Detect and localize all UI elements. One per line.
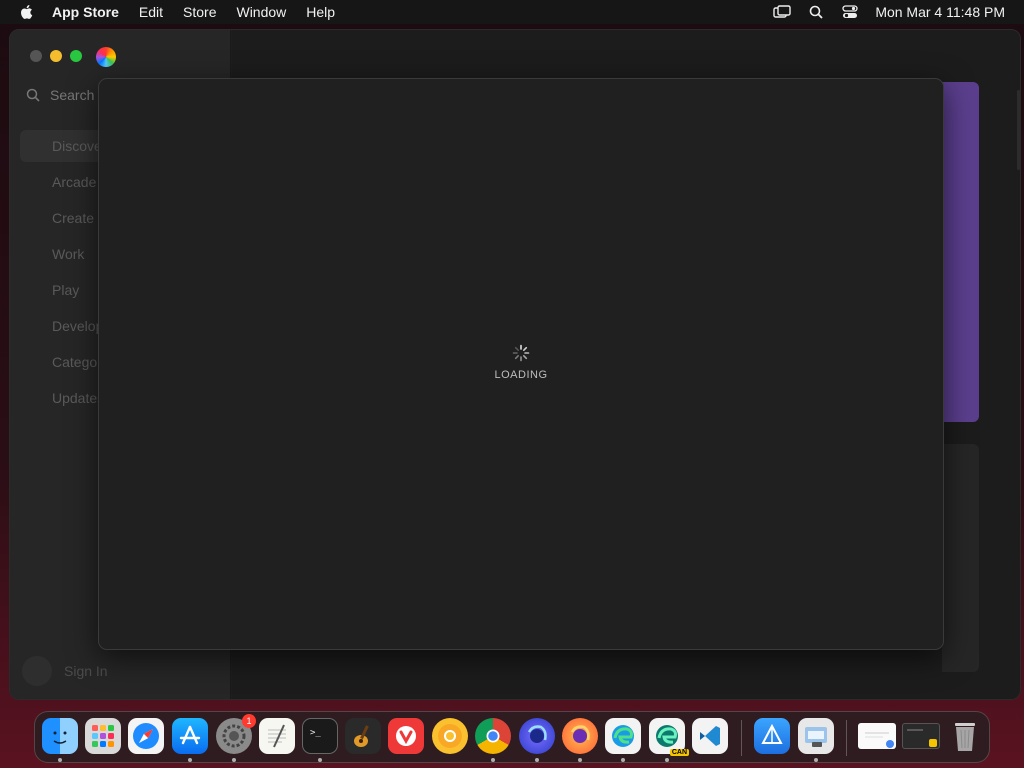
sign-in-button[interactable]: Sign In [22,656,108,686]
system-settings-icon[interactable]: 1 [216,714,256,754]
loading-label: LOADING [494,369,548,381]
control-center-icon[interactable] [841,4,859,20]
search-icon [26,88,40,102]
chrome-running-dot [491,758,495,762]
loading-sheet: LOADING [98,78,944,650]
sidebar-item-develop[interactable]: Develop [52,318,103,334]
svg-text:>_: >_ [310,728,321,738]
preview-icon[interactable] [798,718,834,754]
sidebar-item-updates[interactable]: Updates [52,390,104,406]
minimized-window-terminal[interactable] [902,723,940,749]
close-window-button[interactable] [30,50,42,62]
firefox-developer-icon[interactable] [519,718,555,754]
loading-spinner-icon [512,344,530,362]
menu-bar: App Store Edit Store Window Help Mon Mar… [0,0,1024,24]
search-field[interactable]: Search [26,87,94,103]
avatar [22,656,52,686]
edge-icon[interactable] [605,718,641,754]
chrome-icon[interactable] [475,718,511,754]
chrome-canary-icon[interactable] [432,718,468,754]
color-wheel-icon [96,47,116,67]
preview-running-dot [814,758,818,762]
sign-in-label: Sign In [64,663,108,679]
firefox-icon[interactable] [562,718,598,754]
featured-card-grey[interactable] [942,444,979,672]
terminal-icon[interactable]: >_ [302,718,338,754]
spotlight-search-icon[interactable] [807,4,825,20]
dock-separator-2 [846,720,847,756]
sidebar-item-arcade[interactable]: Arcade [52,174,96,190]
trash-icon[interactable] [947,718,983,754]
launchpad-icon[interactable] [85,718,121,754]
finder-icon[interactable] [42,718,78,754]
edge-running-dot [621,758,625,762]
sidebar-item-work[interactable]: Work [52,246,84,262]
textedit-icon[interactable] [259,718,295,754]
garageband-icon[interactable] [345,718,381,754]
finder-running-dot [58,758,62,762]
search-placeholder: Search [50,87,95,103]
dock-separator [741,720,742,756]
featured-card-purple[interactable] [942,82,979,422]
menu-window[interactable]: Window [236,4,286,20]
scrollbar[interactable] [1017,90,1020,170]
sidebar-item-create[interactable]: Create [52,210,94,226]
minimize-window-button[interactable] [50,50,62,62]
app-store-running-dot [188,758,192,762]
terminal-running-dot [318,758,322,762]
sidebar-item-play[interactable]: Play [52,282,79,298]
safari-icon[interactable] [128,718,164,754]
canary-label: CAN [669,749,689,756]
firefox-running-dot [578,758,582,762]
menu-bar-clock[interactable]: Mon Mar 4 11:48 PM [875,4,1005,20]
menu-store[interactable]: Store [183,4,216,20]
vscode-icon[interactable] [692,718,728,754]
app-store-icon[interactable] [172,718,208,754]
firefox-developer-running-dot [535,758,539,762]
minimized-window-chrome[interactable] [858,723,896,749]
apple-logo-icon[interactable] [18,3,36,21]
menu-edit[interactable]: Edit [139,4,163,20]
zoom-window-button[interactable] [70,50,82,62]
menu-help[interactable]: Help [306,4,335,20]
edge-canary-icon[interactable]: CAN [649,718,689,756]
dock: 1 >_ CAN [34,711,990,763]
settings-running-dot [232,758,236,762]
instruments-icon[interactable] [754,718,790,754]
edge-canary-running-dot [665,758,669,762]
notification-badge: 1 [242,714,256,728]
vivaldi-icon[interactable] [388,718,424,754]
menu-app-name[interactable]: App Store [52,4,119,20]
screen-mirroring-icon[interactable] [773,4,792,20]
